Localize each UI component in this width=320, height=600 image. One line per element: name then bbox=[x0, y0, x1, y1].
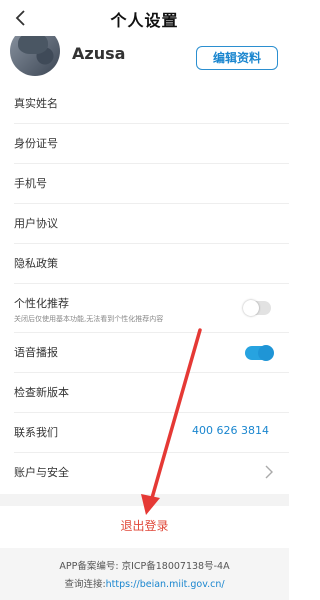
page-title: 个人设置 bbox=[110, 11, 179, 30]
phone-label: 手机号 bbox=[14, 177, 47, 190]
logout-button[interactable]: 退出登录 bbox=[0, 517, 289, 534]
edit-profile-button[interactable]: 编辑资料 bbox=[196, 46, 278, 70]
query-prefix: 查询连接: bbox=[64, 579, 106, 590]
contact-label: 联系我们 bbox=[14, 426, 58, 439]
personalized-recommendation-item: 个性化推荐 关闭后仅使用基本功能,无法看到个性化推荐内容 bbox=[14, 284, 289, 333]
chevron-right-icon bbox=[265, 465, 273, 479]
privacy-policy-item[interactable]: 隐私政策 bbox=[14, 244, 289, 284]
footer: APP备案编号: 京ICP备18007138号-4A 查询连接:https://… bbox=[0, 548, 289, 600]
account-security-item[interactable]: 账户与安全 bbox=[14, 453, 289, 492]
id-number-item[interactable]: 身份证号 bbox=[14, 124, 289, 164]
top-bar: 个人设置 bbox=[0, 0, 289, 36]
username: Azusa bbox=[72, 44, 126, 63]
real-name-label: 真实姓名 bbox=[14, 97, 58, 110]
profile-section: Azusa 编辑资料 bbox=[0, 26, 289, 84]
beian-query: 查询连接:https://beian.miit.gov.cn/ bbox=[0, 576, 289, 590]
real-name-item[interactable]: 真实姓名 bbox=[14, 84, 289, 124]
user-agreement-item[interactable]: 用户协议 bbox=[14, 204, 289, 244]
contact-us-item[interactable]: 联系我们 400 626 3814 bbox=[14, 413, 289, 453]
id-number-label: 身份证号 bbox=[14, 137, 58, 150]
personalized-description: 关闭后仅使用基本功能,无法看到个性化推荐内容 bbox=[14, 315, 164, 323]
voice-toggle[interactable] bbox=[245, 345, 274, 361]
beian-link[interactable]: https://beian.miit.gov.cn/ bbox=[106, 579, 225, 590]
check-update-label: 检查新版本 bbox=[14, 386, 69, 399]
voice-label: 语音播报 bbox=[14, 346, 58, 359]
beian-number: APP备案编号: 京ICP备18007138号-4A bbox=[59, 561, 230, 572]
check-update-item[interactable]: 检查新版本 bbox=[14, 373, 289, 413]
personalized-toggle[interactable] bbox=[243, 300, 271, 316]
user-agreement-label: 用户协议 bbox=[14, 217, 58, 230]
settings-list: 真实姓名 身份证号 手机号 用户协议 隐私政策 个性化推荐 关闭后仅使用基本功能… bbox=[0, 84, 289, 492]
section-divider bbox=[0, 494, 289, 506]
account-security-label: 账户与安全 bbox=[14, 466, 69, 479]
personalized-label: 个性化推荐 bbox=[14, 297, 69, 310]
privacy-policy-label: 隐私政策 bbox=[14, 257, 58, 270]
phone-item[interactable]: 手机号 bbox=[14, 164, 289, 204]
voice-broadcast-item: 语音播报 bbox=[14, 333, 289, 373]
contact-phone[interactable]: 400 626 3814 bbox=[192, 424, 269, 437]
